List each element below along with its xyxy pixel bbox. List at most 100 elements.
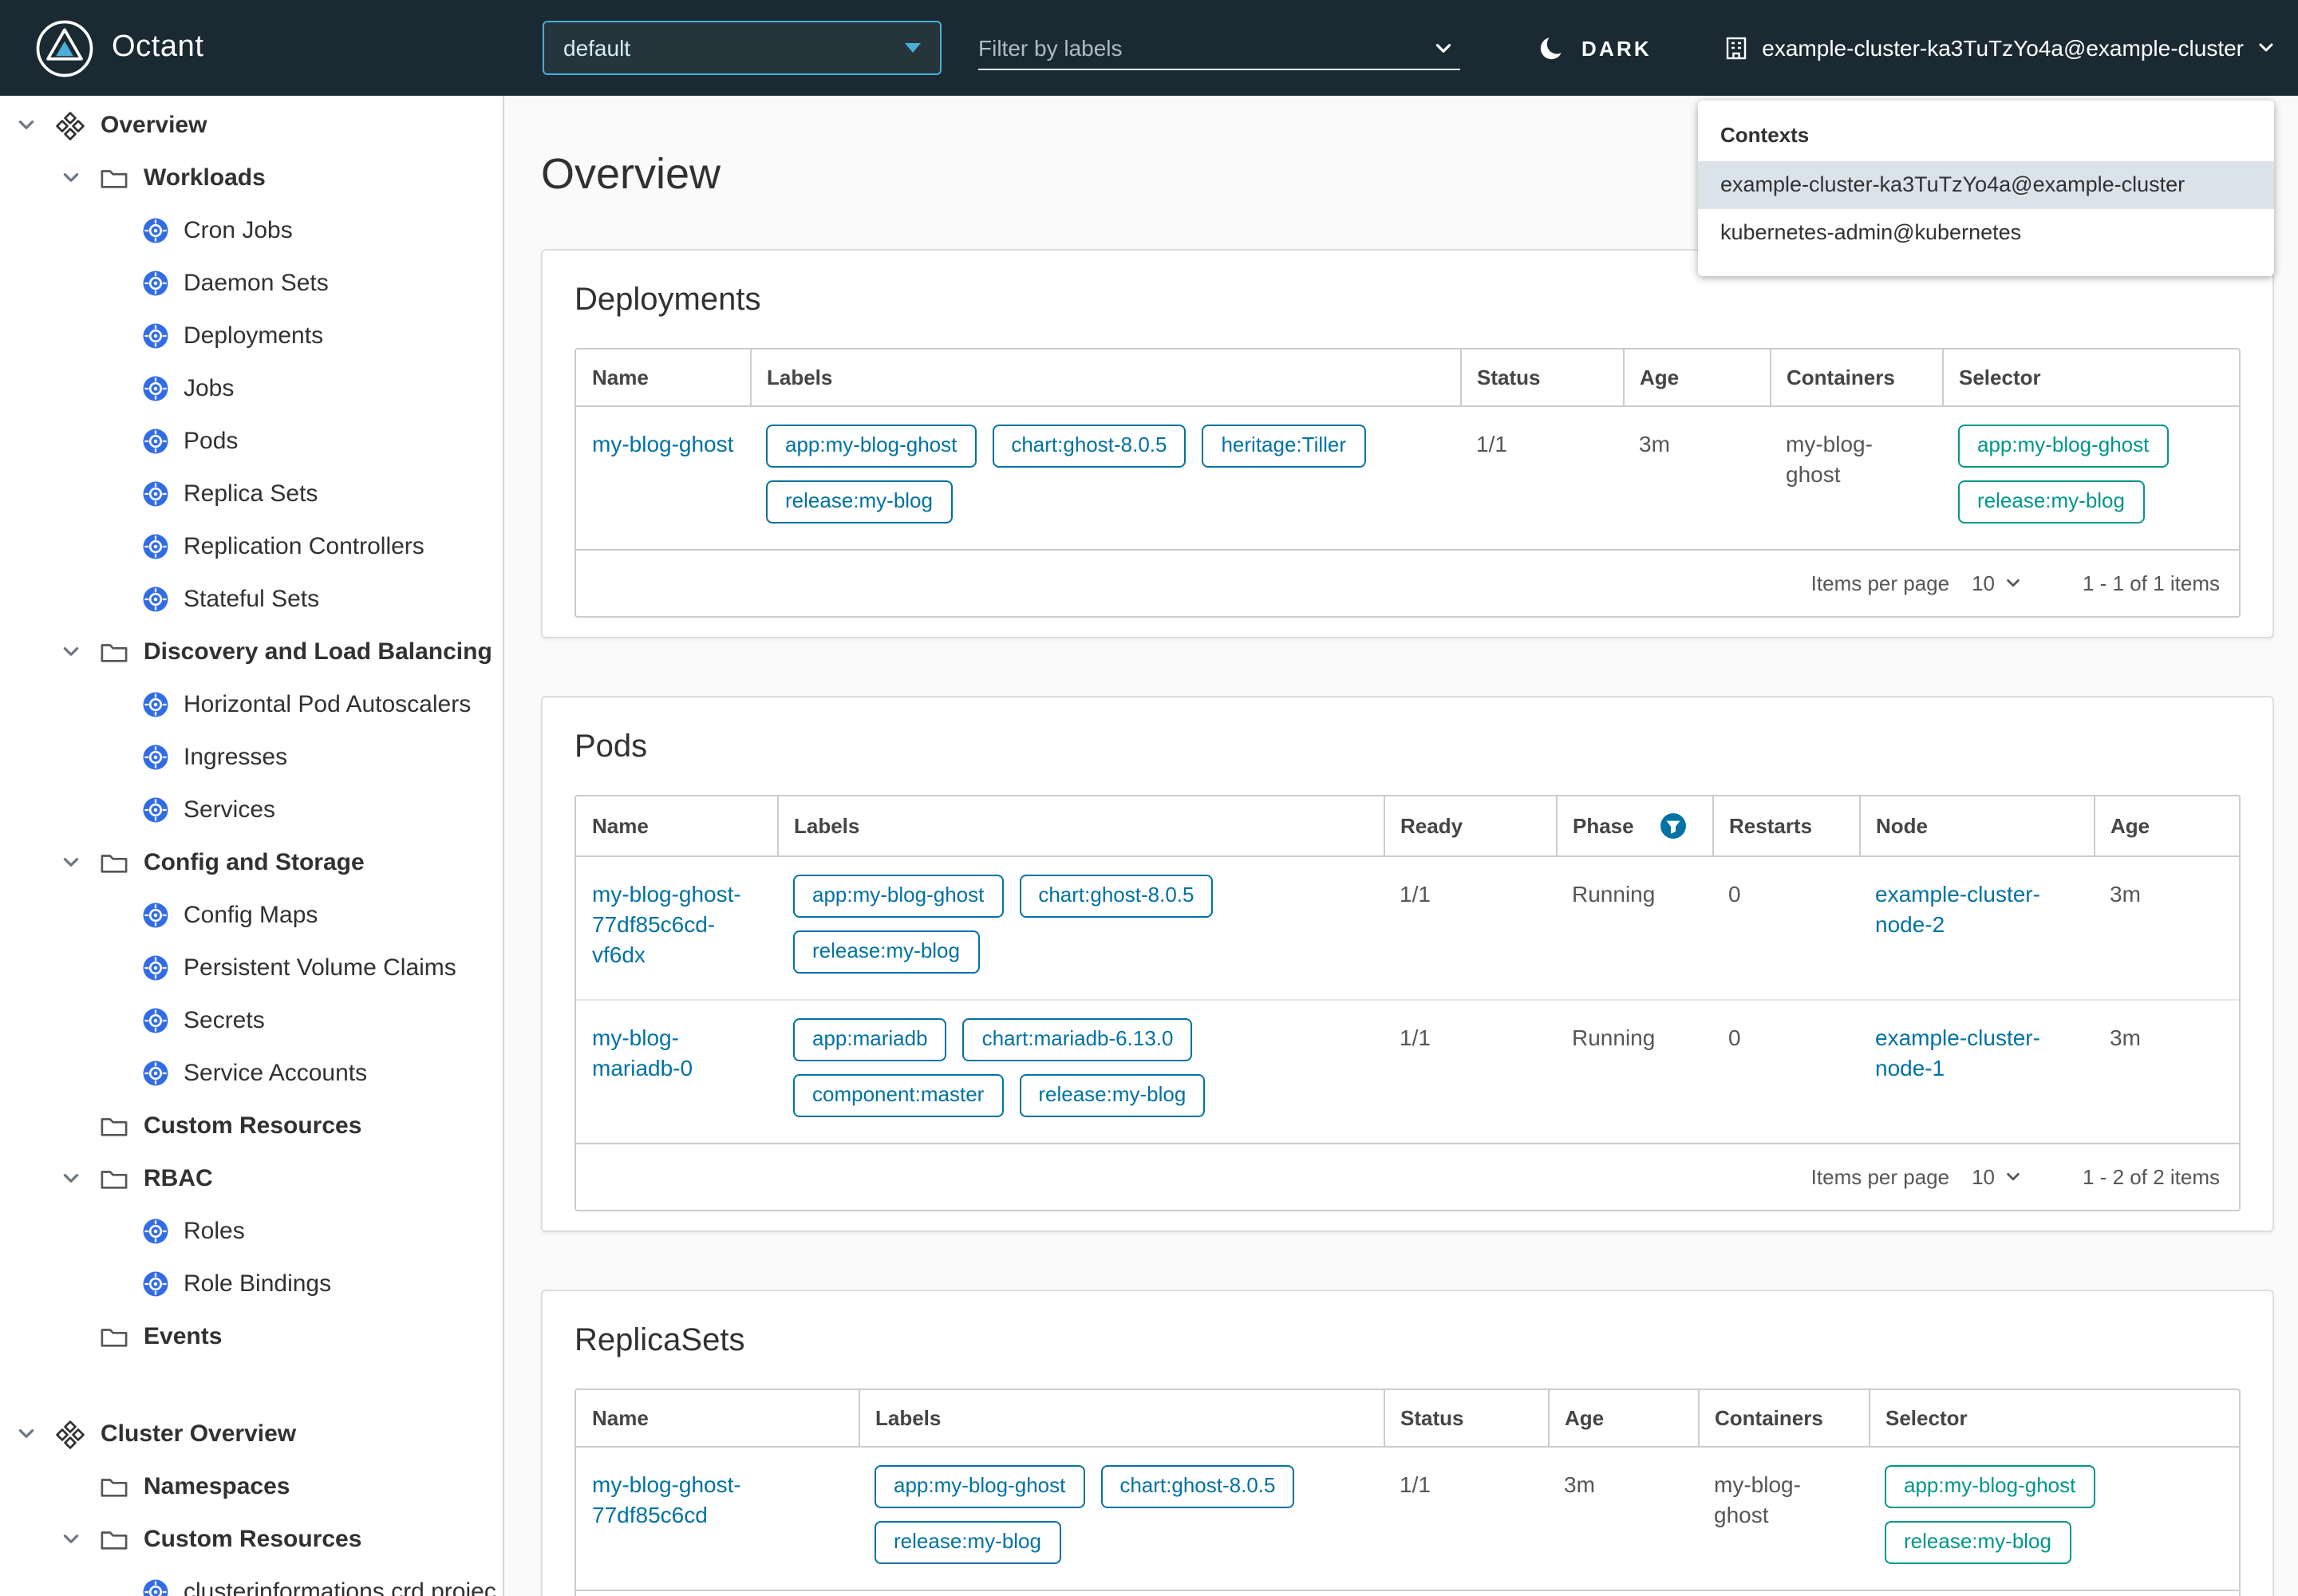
deployments-card-title: Deployments — [574, 282, 2241, 319]
column-header-selector: Selector — [1869, 1389, 2239, 1446]
label-badge[interactable]: app:mariadb — [793, 1018, 947, 1061]
sidebar-item-deployments[interactable]: Deployments — [0, 310, 503, 362]
sidebar-item-daemon-sets[interactable]: Daemon Sets — [0, 257, 503, 310]
sidebar-item-label: Secrets — [184, 1007, 265, 1034]
context-selector[interactable]: example-cluster-ka3TuTzYo4a@example-clus… — [1724, 0, 2276, 96]
label-badge[interactable]: release:my-blog — [1019, 1073, 1205, 1116]
sidebar-item-workloads[interactable]: Workloads — [0, 152, 503, 204]
sidebar-item-stateful-sets[interactable]: Stateful Sets — [0, 573, 503, 626]
label-badge[interactable]: app:my-blog-ghost — [793, 875, 1003, 918]
sidebar-item-jobs[interactable]: Jobs — [0, 362, 503, 415]
replicaset-name-link[interactable]: my-blog-ghost-77df85c6cd — [592, 1471, 741, 1527]
label-badge[interactable]: chart:ghost-8.0.5 — [1100, 1464, 1294, 1507]
caret-down-icon[interactable] — [61, 168, 81, 188]
label-badge[interactable]: component:master — [793, 1073, 1003, 1116]
selector-badge: app:my-blog-ghost — [1958, 425, 2168, 468]
folder-icon — [99, 1112, 129, 1140]
sidebar-item-clusterinformations[interactable]: clusterinformations.crd.projec — [0, 1566, 503, 1596]
label-badge[interactable]: chart:ghost-8.0.5 — [992, 425, 1186, 468]
label-badge[interactable]: app:my-blog-ghost — [766, 425, 976, 468]
main-content: Overview Deployments Name Labels Status … — [504, 96, 2298, 1596]
label-badge[interactable]: release:my-blog — [875, 1520, 1060, 1563]
pods-icon — [142, 428, 169, 455]
sidebar-item-cron-jobs[interactable]: Cron Jobs — [0, 204, 503, 257]
sidebar-item-roles[interactable]: Roles — [0, 1205, 503, 1258]
jobs-icon — [142, 375, 169, 402]
context-menu-item[interactable]: example-cluster-ka3TuTzYo4a@example-clus… — [1698, 161, 2274, 209]
folder-icon — [99, 638, 129, 666]
sidebar-item-persistent-volume-claims[interactable]: Persistent Volume Claims — [0, 942, 503, 994]
status-cell: 1/1 — [1460, 406, 1623, 549]
deployments-card: Deployments Name Labels Status Age Conta… — [541, 249, 2274, 638]
persistent-volume-claims-icon — [142, 954, 169, 982]
selector-badge: release:my-blog — [1885, 1520, 2071, 1563]
label-filter-input[interactable] — [978, 35, 1427, 61]
sidebar-item-events[interactable]: Events — [0, 1310, 503, 1363]
sidebar-item-label: clusterinformations.crd.projec — [184, 1578, 496, 1596]
octant-app: Octant default DARK example-cluster-ka3T… — [0, 0, 2298, 1596]
sidebar-item-secrets[interactable]: Secrets — [0, 994, 503, 1047]
sidebar-item-label: Persistent Volume Claims — [184, 954, 456, 982]
sidebar-item-pods[interactable]: Pods — [0, 415, 503, 468]
sidebar-item-cluster-custom-resources[interactable]: Custom Resources — [0, 1513, 503, 1566]
pod-name-link[interactable]: my-blog-mariadb-0 — [592, 1025, 693, 1080]
column-filter-icon[interactable] — [1660, 812, 1687, 839]
datagrid-footer: Items per page 10 1 - 1 of 1 items — [576, 1589, 2239, 1596]
label-badge[interactable]: app:my-blog-ghost — [875, 1464, 1084, 1507]
sidebar-item-services[interactable]: Services — [0, 784, 503, 836]
context-menu-item[interactable]: kubernetes-admin@kubernetes — [1698, 209, 2274, 257]
sidebar-item-replication-controllers[interactable]: Replication Controllers — [0, 520, 503, 573]
chevron-down-icon[interactable] — [1433, 38, 1454, 58]
label-badge[interactable]: chart:mariadb-6.13.0 — [963, 1018, 1193, 1061]
sidebar-item-label: Overview — [101, 112, 207, 139]
restarts-cell: 0 — [1712, 856, 1859, 1000]
label-badge[interactable]: release:my-blog — [793, 930, 979, 974]
sidebar-item-custom-resources[interactable]: Custom Resources — [0, 1100, 503, 1152]
column-header-status: Status — [1384, 1389, 1548, 1446]
items-per-page-select[interactable]: 10 — [1972, 1164, 2022, 1188]
sidebar-item-config-and-storage[interactable]: Config and Storage — [0, 836, 503, 889]
caret-down-icon[interactable] — [61, 642, 81, 662]
sidebar-item-ingresses[interactable]: Ingresses — [0, 731, 503, 784]
node-link[interactable]: example-cluster-node-1 — [1875, 1025, 2040, 1080]
age-cell: 3m — [2094, 1000, 2239, 1143]
theme-toggle[interactable]: DARK — [1538, 0, 1652, 96]
sidebar-item-service-accounts[interactable]: Service Accounts — [0, 1047, 503, 1100]
caret-down-icon[interactable] — [16, 115, 37, 136]
items-per-page-select[interactable]: 10 — [1972, 571, 2022, 595]
restarts-cell: 0 — [1712, 1000, 1859, 1143]
sidebar-item-role-bindings[interactable]: Role Bindings — [0, 1258, 503, 1310]
label-badge[interactable]: release:my-blog — [766, 480, 952, 523]
deployment-name-link[interactable]: my-blog-ghost — [592, 431, 733, 456]
sidebar-item-label: Workloads — [144, 164, 266, 192]
sidebar-item-rbac[interactable]: RBAC — [0, 1152, 503, 1205]
chevron-down-icon — [2257, 38, 2276, 57]
sidebar: Overview Workloads Cron Jobs Daemon Sets… — [0, 96, 504, 1596]
sidebar-item-overview[interactable]: Overview — [0, 99, 503, 152]
sidebar-item-replica-sets[interactable]: Replica Sets — [0, 468, 503, 520]
label-badge[interactable]: chart:ghost-8.0.5 — [1019, 875, 1213, 918]
config-maps-icon — [142, 902, 169, 929]
node-link[interactable]: example-cluster-node-2 — [1875, 881, 2040, 937]
sidebar-item-cluster-overview[interactable]: Cluster Overview — [0, 1408, 503, 1460]
theme-toggle-label: DARK — [1581, 36, 1652, 60]
label-badge[interactable]: heritage:Tiller — [1202, 425, 1365, 468]
datagrid-footer: Items per page 10 1 - 1 of 1 items — [576, 549, 2239, 616]
brand: Octant — [35, 0, 204, 96]
sidebar-item-horizontal-pod-autoscalers[interactable]: Horizontal Pod Autoscalers — [0, 678, 503, 731]
sidebar-item-discovery-and-load-balancing[interactable]: Discovery and Load Balancing — [0, 626, 503, 678]
namespace-select[interactable]: default — [543, 21, 942, 75]
ingresses-icon — [142, 744, 169, 771]
sidebar-item-namespaces[interactable]: Namespaces — [0, 1460, 503, 1513]
sidebar-item-label: Replication Controllers — [184, 533, 424, 560]
phase-cell: Running — [1556, 856, 1712, 1000]
pod-name-link[interactable]: my-blog-ghost-77df85c6cd-vf6dx — [592, 881, 741, 967]
caret-down-icon[interactable] — [61, 1168, 81, 1189]
pods-datagrid: Name Labels Ready Phase Restarts Node Ag… — [574, 795, 2241, 1211]
sidebar-item-config-maps[interactable]: Config Maps — [0, 889, 503, 942]
caret-down-icon[interactable] — [16, 1424, 37, 1444]
namespace-select-value: default — [563, 35, 630, 61]
table-row: my-blog-ghost-77df85c6cd-vf6dx app:my-bl… — [576, 856, 2239, 1000]
caret-down-icon[interactable] — [61, 1529, 81, 1550]
caret-down-icon[interactable] — [61, 852, 81, 873]
